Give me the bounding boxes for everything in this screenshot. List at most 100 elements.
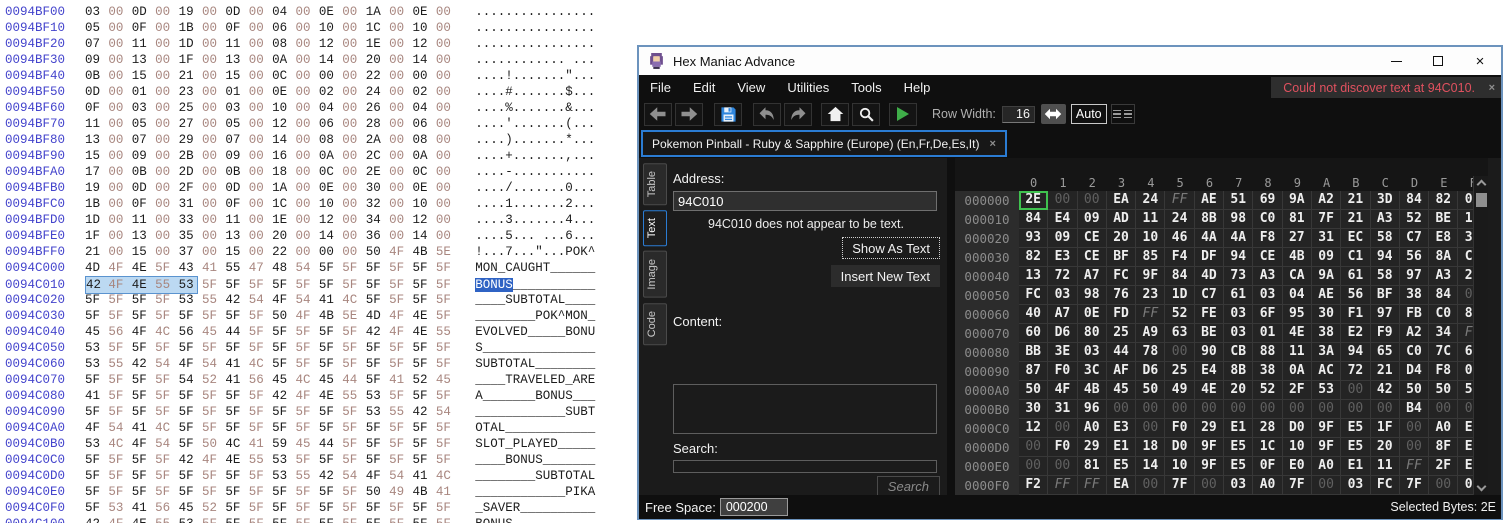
hex-byte[interactable]: 0E <box>412 4 435 20</box>
hex-byte[interactable]: 1A <box>272 180 295 196</box>
hex-byte[interactable]: 1D <box>179 36 202 52</box>
hex-byte[interactable]: 5F <box>342 277 365 293</box>
hex-byte[interactable]: 5F <box>132 404 155 420</box>
hex-byte[interactable]: 00 <box>155 52 178 68</box>
hex-byte[interactable]: 00 <box>389 196 412 212</box>
grid-byte-cell[interactable]: 09 <box>1312 248 1341 267</box>
hex-byte[interactable]: 00 <box>249 100 272 116</box>
hex-byte[interactable]: 42 <box>225 292 248 308</box>
hex-byte[interactable]: 30 <box>366 180 389 196</box>
hex-byte[interactable]: 5F <box>132 372 155 388</box>
hex-byte[interactable]: 00 <box>412 68 435 84</box>
hex-byte[interactable]: 00 <box>108 164 131 180</box>
grid-byte-cell[interactable]: FC <box>1107 267 1136 286</box>
hex-byte[interactable]: 00 <box>436 164 459 180</box>
hex-byte[interactable]: 1F <box>85 228 108 244</box>
hex-byte[interactable]: 00 <box>342 132 365 148</box>
hex-byte[interactable]: 4F <box>202 452 225 468</box>
hex-byte[interactable]: 41 <box>225 372 248 388</box>
hex-byte[interactable]: 5F <box>296 340 319 356</box>
hex-byte[interactable]: 50 <box>366 244 389 260</box>
grid-byte-cell[interactable]: F1 <box>1341 305 1370 324</box>
grid-byte-cell[interactable]: 2F <box>1283 381 1312 400</box>
hex-byte[interactable]: 4F <box>179 356 202 372</box>
hex-byte[interactable]: 00 <box>108 212 131 228</box>
hex-byte[interactable]: 55 <box>249 452 272 468</box>
hex-byte[interactable]: 00 <box>296 132 319 148</box>
grid-byte-cell[interactable]: 9A <box>1312 267 1341 286</box>
hex-dump-ascii[interactable]: ....5... ...6... <box>475 228 595 244</box>
grid-byte-cell[interactable]: 9A <box>1283 191 1312 210</box>
hex-byte[interactable]: 5F <box>132 484 155 500</box>
hex-byte[interactable]: 42 <box>272 388 295 404</box>
hex-byte[interactable]: 5F <box>179 340 202 356</box>
grid-byte-cell[interactable]: 9F <box>1312 438 1341 457</box>
grid-byte-cell[interactable]: C7 <box>1195 286 1224 305</box>
hex-byte[interactable]: 5F <box>202 340 225 356</box>
hex-byte[interactable]: 00 <box>155 100 178 116</box>
free-space-input[interactable] <box>720 498 788 516</box>
hex-byte[interactable]: 24 <box>366 84 389 100</box>
grid-byte-cell[interactable]: 14 <box>1136 457 1165 476</box>
hex-byte[interactable]: 00 <box>296 196 319 212</box>
hex-byte[interactable]: 00 <box>296 148 319 164</box>
hex-byte[interactable]: 13 <box>85 132 108 148</box>
hex-dump-address[interactable]: 0094C0C0 <box>5 452 67 468</box>
grid-byte-cell[interactable]: 00 <box>1371 400 1400 419</box>
hex-byte[interactable]: 00 <box>202 116 225 132</box>
hex-byte[interactable]: 1A <box>366 4 389 20</box>
hex-dump-address[interactable]: 0094BF20 <box>5 36 67 52</box>
hex-byte[interactable]: 5F <box>296 516 319 523</box>
grid-byte-cell[interactable]: CB <box>1224 343 1253 362</box>
hex-byte[interactable]: 5F <box>389 420 412 436</box>
grid-byte-cell[interactable]: D6 <box>1048 324 1077 343</box>
hex-byte[interactable]: 5F <box>132 468 155 484</box>
hex-byte[interactable]: 54 <box>342 468 365 484</box>
hex-byte[interactable]: 5F <box>202 516 225 523</box>
hex-byte[interactable]: 5F <box>108 452 131 468</box>
hex-byte[interactable]: 5F <box>296 404 319 420</box>
grid-byte-cell[interactable]: F0 <box>1048 438 1077 457</box>
hex-byte[interactable]: 42 <box>319 468 342 484</box>
hex-byte[interactable]: 1D <box>85 212 108 228</box>
hex-byte[interactable]: 5F <box>342 452 365 468</box>
grid-byte-cell[interactable]: 25 <box>1107 324 1136 343</box>
hex-byte[interactable]: 50 <box>272 308 295 324</box>
hex-byte[interactable]: 06 <box>319 116 342 132</box>
hex-byte[interactable]: 5F <box>85 292 108 308</box>
hex-byte[interactable]: 00 <box>155 228 178 244</box>
grid-byte-cell[interactable]: A3 <box>1253 267 1282 286</box>
hex-byte[interactable]: 00 <box>296 4 319 20</box>
hex-byte[interactable]: 00 <box>436 132 459 148</box>
grid-byte-cell[interactable]: F0 <box>1048 362 1077 381</box>
grid-byte-cell[interactable]: 72 <box>1048 267 1077 286</box>
hex-dump-bytes[interactable]: 150009002B00090016000A002C000A00 <box>85 148 459 164</box>
hex-byte[interactable]: 54 <box>202 356 225 372</box>
hex-byte[interactable]: 52 <box>202 372 225 388</box>
hex-byte[interactable]: 00 <box>108 52 131 68</box>
hex-byte[interactable]: 5F <box>412 356 435 372</box>
grid-byte-cell[interactable]: 49 <box>1165 381 1194 400</box>
grid-byte-cell[interactable]: 21 <box>1371 362 1400 381</box>
hex-byte[interactable]: 55 <box>296 468 319 484</box>
hex-dump-bytes[interactable]: 03000D0019000D0004000E001A000E00 <box>85 4 459 20</box>
hex-grid[interactable]: 0123456789ABCDEF0000002E0000EA24FFAE5169… <box>955 176 1488 495</box>
hex-byte[interactable]: 00 <box>389 84 412 100</box>
hex-byte[interactable]: 5F <box>272 324 295 340</box>
hex-dump-bytes[interactable]: 5F5F5F5F54524156454C45445F415245 <box>85 372 459 388</box>
hex-byte[interactable]: 5F <box>319 484 342 500</box>
grid-byte-cell[interactable]: 7F <box>1400 476 1429 495</box>
hex-byte[interactable]: 5F <box>366 260 389 276</box>
hex-byte[interactable]: 0F <box>132 196 155 212</box>
hex-dump-bytes[interactable]: 4F54414C5F5F5F5F5F5F5F5F5F5F5F5F <box>85 420 459 436</box>
grid-byte-cell[interactable]: 76 <box>1107 286 1136 305</box>
hex-byte[interactable]: 5F <box>225 468 248 484</box>
hex-byte[interactable]: 5F <box>85 468 108 484</box>
menu-edit[interactable]: Edit <box>682 80 726 95</box>
grid-byte-cell[interactable]: 94 <box>1341 343 1370 362</box>
hex-byte[interactable]: 04 <box>319 100 342 116</box>
hex-byte[interactable]: 55 <box>389 404 412 420</box>
hex-dump-address[interactable]: 0094BF00 <box>5 4 67 20</box>
hex-byte[interactable]: 5F <box>108 468 131 484</box>
hex-dump-address[interactable]: 0094C060 <box>5 356 67 372</box>
